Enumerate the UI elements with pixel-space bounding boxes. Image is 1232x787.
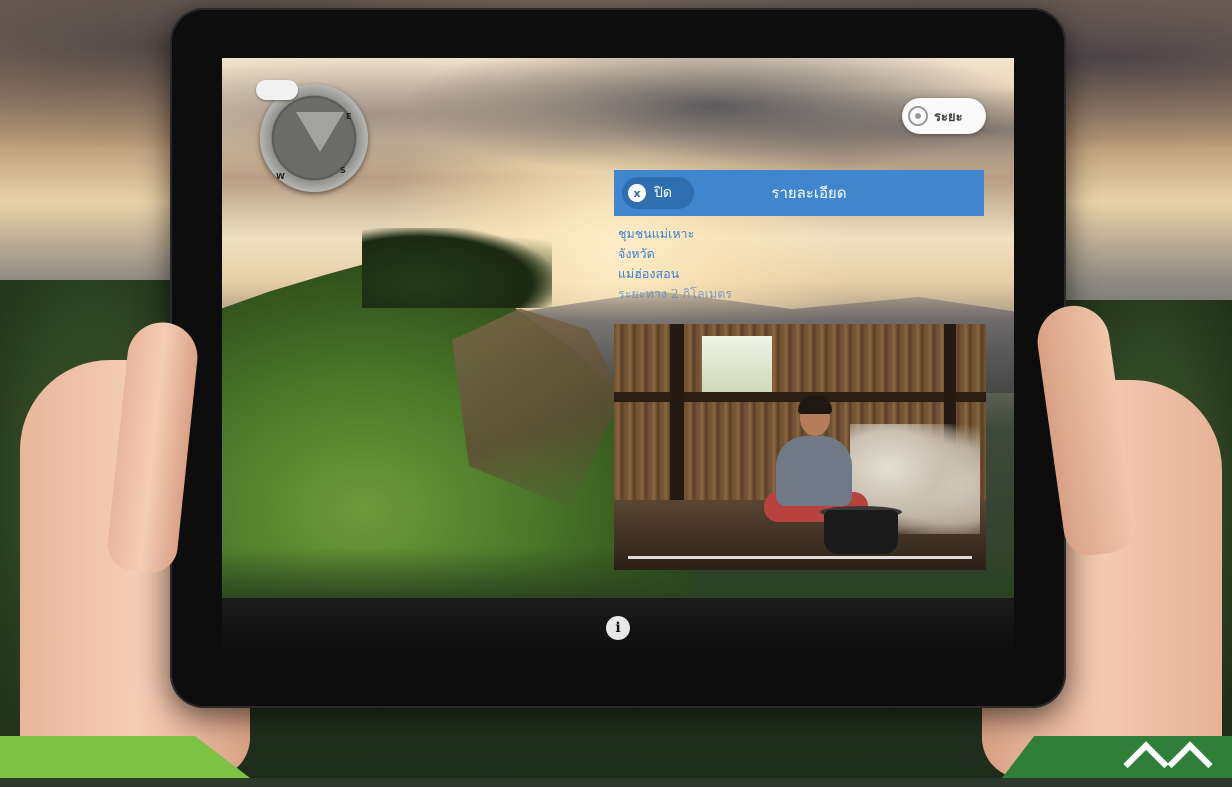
chevron-up-icon bbox=[1167, 741, 1213, 778]
close-icon: x bbox=[628, 184, 646, 202]
view-direction-cone bbox=[296, 112, 344, 152]
close-button-label: ปิด bbox=[654, 185, 672, 201]
ar-screen: N E S W ระยะ x ปิด รายละเอียด ชุมชนแม่เห… bbox=[222, 58, 1014, 658]
compass-radar[interactable]: N E S W bbox=[256, 80, 368, 192]
corner-green-band-right bbox=[1002, 736, 1232, 778]
close-button[interactable]: x ปิด bbox=[622, 177, 694, 209]
range-button-label: ระยะ bbox=[934, 109, 963, 125]
detail-header: x ปิด รายละเอียด bbox=[614, 170, 984, 216]
hilltop-trees bbox=[362, 228, 552, 308]
photo-person-hair bbox=[798, 396, 832, 414]
place-photo[interactable] bbox=[614, 324, 986, 570]
detail-title: รายละเอียด bbox=[771, 184, 847, 202]
province-label: จังหวัด bbox=[618, 246, 655, 261]
compass-east-label: E bbox=[346, 112, 352, 121]
photo-pot bbox=[824, 510, 898, 554]
photo-window bbox=[702, 336, 772, 392]
photo-person-body bbox=[776, 436, 852, 506]
compass-toggle[interactable] bbox=[256, 80, 298, 100]
place-info: ชุมชนแม่เหาะ จังหวัด แม่ฮ่องสอน ระยะทาง … bbox=[618, 224, 732, 304]
bottom-bar: i bbox=[222, 598, 1014, 658]
range-button[interactable]: ระยะ bbox=[902, 98, 986, 134]
place-name: ชุมชนแม่เหาะ bbox=[618, 226, 695, 241]
gear-icon bbox=[908, 106, 928, 126]
chevron-up-icon bbox=[1123, 741, 1169, 778]
distance-text: ระยะทาง 2 กิโลเมตร bbox=[618, 286, 733, 301]
compass-west-label: W bbox=[276, 172, 285, 181]
info-icon[interactable]: i bbox=[606, 616, 630, 640]
compass-south-label: S bbox=[340, 166, 346, 175]
photo-progress-line bbox=[628, 556, 972, 559]
province-value: แม่ฮ่องสอน bbox=[618, 266, 680, 281]
tablet-device: N E S W ระยะ x ปิด รายละเอียด ชุมชนแม่เห… bbox=[170, 8, 1066, 708]
